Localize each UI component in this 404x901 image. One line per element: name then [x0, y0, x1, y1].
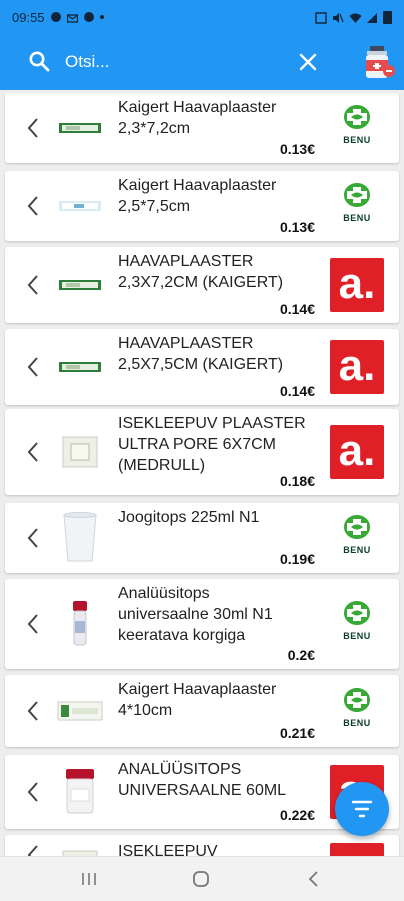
apotheka-pharmacy-logo: a. — [330, 340, 384, 394]
product-price: 0.14€ — [279, 383, 315, 399]
product-image — [55, 684, 105, 738]
product-price: 0.2€ — [287, 647, 315, 663]
list-item[interactable]: HAAVAPLAASTER 2,3X7,2CM (KAIGERT) 0.14€ a. — [5, 247, 399, 323]
chevron-left-icon[interactable] — [25, 116, 41, 140]
benu-label: BENU — [343, 135, 371, 145]
product-name: Kaigert Haavaplaaster 2,3*7,2cm — [118, 99, 277, 137]
list-item[interactable]: Kaigert Haavaplaaster 2,5*7,5cm 0.13€ BENU — [5, 171, 399, 241]
filter-icon — [351, 800, 373, 818]
chevron-left-icon[interactable] — [25, 355, 41, 379]
benu-pharmacy-logo: BENU — [330, 514, 384, 568]
product-price: 0.19€ — [279, 551, 315, 567]
battery-icon — [383, 10, 392, 24]
product-image — [55, 511, 105, 565]
product-price: 0.21€ — [279, 725, 315, 741]
product-image — [55, 597, 105, 651]
alarm-icon — [315, 11, 327, 24]
product-image — [55, 101, 105, 155]
benu-label: BENU — [343, 631, 371, 641]
product-name: Joogitops 225ml N1 — [118, 509, 260, 526]
status-bar: 09:55 — [0, 0, 404, 34]
benu-label: BENU — [343, 213, 371, 223]
benu-label: BENU — [343, 718, 371, 728]
chevron-left-icon[interactable] — [25, 194, 41, 218]
benu-pharmacy-logo: BENU — [330, 600, 384, 654]
filter-button[interactable] — [335, 782, 389, 836]
product-image — [55, 340, 105, 394]
chevron-left-icon[interactable] — [25, 526, 41, 550]
system-nav-bar — [0, 856, 404, 901]
list-item[interactable]: HAAVAPLAASTER 2,5X7,5CM (KAIGERT) 0.14€ a. — [5, 329, 399, 405]
chevron-left-icon[interactable] — [25, 780, 41, 804]
product-price: 0.14€ — [279, 301, 315, 317]
close-icon[interactable] — [298, 52, 318, 72]
apotheka-pharmacy-logo: a. — [330, 425, 384, 479]
product-name: HAAVAPLAASTER 2,5X7,5CM (KAIGERT) — [118, 335, 284, 373]
search-icon[interactable] — [28, 50, 50, 72]
search-input[interactable] — [63, 46, 287, 78]
benu-pharmacy-logo: BENU — [330, 687, 384, 741]
signal-icon — [366, 12, 377, 23]
status-time: 09:55 — [12, 9, 45, 25]
medicine-bottle-icon[interactable] — [362, 44, 396, 80]
list-item[interactable]: Joogitops 225ml N1 0.19€ BENU — [5, 503, 399, 573]
product-name: ISEKLEEPUV PLAASTER ULTRA PORE 6X7CM (ME… — [118, 415, 306, 474]
facebook-icon — [83, 12, 94, 22]
product-name: ANALÜÜSITOPS UNIVERSAALNE 60ML — [118, 761, 287, 799]
product-image — [55, 179, 105, 233]
product-price: 0.22€ — [279, 807, 315, 823]
list-item[interactable]: Kaigert Haavaplaaster 4*10cm 0.21€ BENU — [5, 675, 399, 747]
list-item[interactable]: Analüüsitops universaalne 30ml N1 keerat… — [5, 579, 399, 669]
product-name: HAAVAPLAASTER 2,3X7,2CM (KAIGERT) — [118, 253, 284, 291]
mute-icon — [332, 12, 344, 23]
app-bar — [0, 34, 404, 90]
apotheka-pharmacy-logo: a. — [330, 258, 384, 312]
list-item[interactable]: Kaigert Haavaplaaster 2,3*7,2cm 0.13€ BENU — [5, 93, 399, 163]
recent-apps-icon[interactable] — [80, 871, 98, 887]
product-image — [55, 765, 105, 819]
notification-dot-icon — [99, 15, 104, 19]
chevron-left-icon[interactable] — [25, 612, 41, 636]
chevron-left-icon[interactable] — [25, 273, 41, 297]
benu-label: BENU — [343, 545, 371, 555]
product-name: Analüüsitops universaalne 30ml N1 keerat… — [118, 585, 273, 644]
mail-icon — [66, 12, 78, 23]
back-icon[interactable] — [306, 869, 322, 889]
benu-pharmacy-logo: BENU — [330, 182, 384, 236]
home-icon[interactable] — [191, 869, 211, 889]
product-name: Kaigert Haavaplaaster 2,5*7,5cm — [118, 177, 277, 215]
product-price: 0.13€ — [279, 141, 315, 157]
chevron-left-icon[interactable] — [25, 440, 41, 464]
product-price: 0.13€ — [279, 219, 315, 235]
product-image — [55, 425, 105, 479]
benu-pharmacy-logo: BENU — [330, 104, 384, 158]
product-image — [55, 258, 105, 312]
facebook-icon — [50, 12, 61, 22]
chevron-left-icon[interactable] — [25, 699, 41, 723]
list-item[interactable]: ISEKLEEPUV PLAASTER ULTRA PORE 6X7CM (ME… — [5, 409, 399, 495]
product-price: 0.18€ — [279, 473, 315, 489]
product-name: Kaigert Haavaplaaster 4*10cm — [118, 681, 277, 719]
wifi-icon — [349, 12, 362, 23]
